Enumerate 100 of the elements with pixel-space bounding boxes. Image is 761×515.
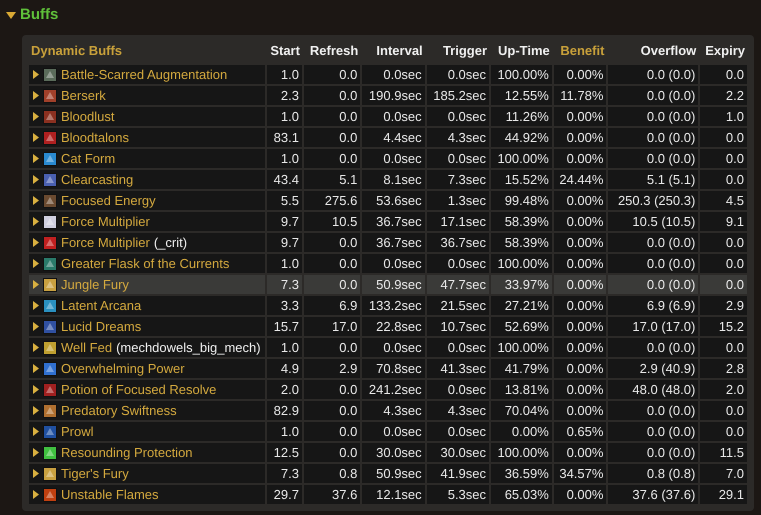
buff-name[interactable]: Predatory Swiftness: [61, 402, 177, 419]
buff-name-cell[interactable]: Unstable Flames: [29, 485, 265, 504]
table-cell: 0.0: [304, 275, 360, 294]
caret-right-icon[interactable]: [33, 196, 39, 205]
buff-name[interactable]: Greater Flask of the Currents: [61, 255, 230, 272]
buff-name[interactable]: Berserk: [61, 87, 106, 104]
table-cell: 34.57%: [554, 464, 606, 483]
table-cell: 27.21%: [491, 296, 552, 315]
caret-right-icon[interactable]: [33, 154, 39, 163]
buff-name[interactable]: Potion of Focused Resolve: [61, 381, 216, 398]
buff-name[interactable]: Overwhelming Power: [61, 360, 185, 377]
table-cell: 65.03%: [491, 485, 552, 504]
buff-name-cell[interactable]: Cat Form: [29, 149, 265, 168]
caret-right-icon[interactable]: [33, 301, 39, 310]
buff-name[interactable]: Bloodtalons: [61, 129, 129, 146]
buff-name-cell[interactable]: Greater Flask of the Currents: [29, 254, 265, 273]
caret-right-icon[interactable]: [33, 427, 39, 436]
buff-name-cell[interactable]: Lucid Dreams: [29, 317, 265, 336]
buff-name-cell[interactable]: Clearcasting: [29, 170, 265, 189]
table-cell: 0.00%: [491, 422, 552, 441]
table-cell: 100.00%: [491, 254, 552, 273]
buff-name-cell[interactable]: Resounding Protection: [29, 443, 265, 462]
caret-right-icon[interactable]: [33, 343, 39, 352]
table-cell: 7.0: [700, 464, 747, 483]
caret-down-icon[interactable]: [5, 10, 17, 20]
buff-name[interactable]: Lucid Dreams: [61, 318, 142, 335]
caret-right-icon[interactable]: [33, 322, 39, 331]
table-cell: 17.0 (17.0): [608, 317, 698, 336]
caret-right-icon[interactable]: [33, 448, 39, 457]
caret-right-icon[interactable]: [33, 490, 39, 499]
table-cell: 100.00%: [491, 65, 552, 84]
caret-right-icon[interactable]: [33, 133, 39, 142]
buff-name-cell[interactable]: Force Multiplier: [29, 212, 265, 231]
buff-name[interactable]: Unstable Flames: [61, 486, 159, 503]
table-cell: 83.1: [266, 128, 302, 147]
buff-name-cell[interactable]: Force Multiplier (_crit): [29, 233, 265, 252]
caret-right-icon[interactable]: [33, 238, 39, 247]
buff-name[interactable]: Cat Form: [61, 150, 116, 167]
caret-right-icon[interactable]: [33, 217, 39, 226]
buff-name[interactable]: Well Fed: [61, 339, 112, 356]
table-cell: 36.7sec: [362, 212, 425, 231]
buff-icon: [43, 110, 57, 124]
caret-right-icon[interactable]: [33, 112, 39, 121]
buff-name-cell[interactable]: Battle-Scarred Augmentation: [29, 65, 265, 84]
table-cell: 4.3sec: [362, 401, 425, 420]
table-cell: 241.2sec: [362, 380, 425, 399]
table-cell: 0.0sec: [426, 107, 490, 126]
table-cell: 36.59%: [491, 464, 552, 483]
buff-icon: [43, 488, 57, 502]
table-cell: 133.2sec: [362, 296, 425, 315]
table-cell: 7.3: [266, 464, 302, 483]
buff-name[interactable]: Jungle Fury: [61, 276, 129, 293]
buff-name-cell[interactable]: Prowl: [29, 422, 265, 441]
buff-name-cell[interactable]: Berserk: [29, 86, 265, 105]
buff-name-cell[interactable]: Well Fed (mechdowels_big_mech): [29, 338, 265, 357]
buff-name[interactable]: Bloodlust: [61, 108, 114, 125]
table-cell: 41.9sec: [426, 464, 490, 483]
buff-name[interactable]: Focused Energy: [61, 192, 156, 209]
buff-name-cell[interactable]: Bloodlust: [29, 107, 265, 126]
buff-name[interactable]: Resounding Protection: [61, 444, 193, 461]
buff-icon: [43, 382, 57, 396]
table-cell: 0.0 (0.0): [608, 443, 698, 462]
buff-icon: [43, 424, 57, 438]
buff-name-cell[interactable]: Potion of Focused Resolve: [29, 380, 265, 399]
buff-name[interactable]: Tiger's Fury: [61, 465, 129, 482]
buff-name-cell[interactable]: Jungle Fury: [29, 275, 265, 294]
caret-right-icon[interactable]: [33, 259, 39, 268]
section-title[interactable]: Buffs: [20, 4, 58, 26]
caret-right-icon[interactable]: [33, 280, 39, 289]
table-cell: 15.52%: [491, 170, 552, 189]
caret-right-icon[interactable]: [33, 91, 39, 100]
buff-name-cell[interactable]: Tiger's Fury: [29, 464, 265, 483]
caret-right-icon[interactable]: [33, 70, 39, 79]
table-cell: 0.0 (0.0): [608, 422, 698, 441]
buff-name-cell[interactable]: Overwhelming Power: [29, 359, 265, 378]
buff-name[interactable]: Force Multiplier: [61, 213, 150, 230]
table-cell: 6.9: [304, 296, 360, 315]
table-cell: 0.00%: [554, 191, 606, 210]
buff-name-cell[interactable]: Latent Arcana: [29, 296, 265, 315]
caret-right-icon[interactable]: [33, 175, 39, 184]
buff-name[interactable]: Battle-Scarred Augmentation: [61, 66, 228, 83]
buff-name-cell[interactable]: Focused Energy: [29, 191, 265, 210]
caret-right-icon[interactable]: [33, 364, 39, 373]
table-cell: 10.5: [304, 212, 360, 231]
buff-icon: [43, 194, 57, 208]
caret-right-icon[interactable]: [33, 385, 39, 394]
buff-name-cell[interactable]: Bloodtalons: [29, 128, 265, 147]
table-cell: 2.8: [700, 359, 747, 378]
table-cell: 0.0 (0.0): [608, 338, 698, 357]
table-cell: 0.0: [700, 401, 747, 420]
table-cell: 70.04%: [491, 401, 552, 420]
table-cell: 21.5sec: [426, 296, 490, 315]
buff-name[interactable]: Clearcasting: [61, 171, 134, 188]
buff-name[interactable]: Latent Arcana: [61, 297, 142, 314]
caret-right-icon[interactable]: [33, 469, 39, 478]
table-cell: 0.00%: [554, 443, 606, 462]
caret-right-icon[interactable]: [33, 406, 39, 415]
buff-name[interactable]: Prowl: [61, 423, 94, 440]
buff-name-cell[interactable]: Predatory Swiftness: [29, 401, 265, 420]
buff-name[interactable]: Force Multiplier: [61, 234, 150, 251]
